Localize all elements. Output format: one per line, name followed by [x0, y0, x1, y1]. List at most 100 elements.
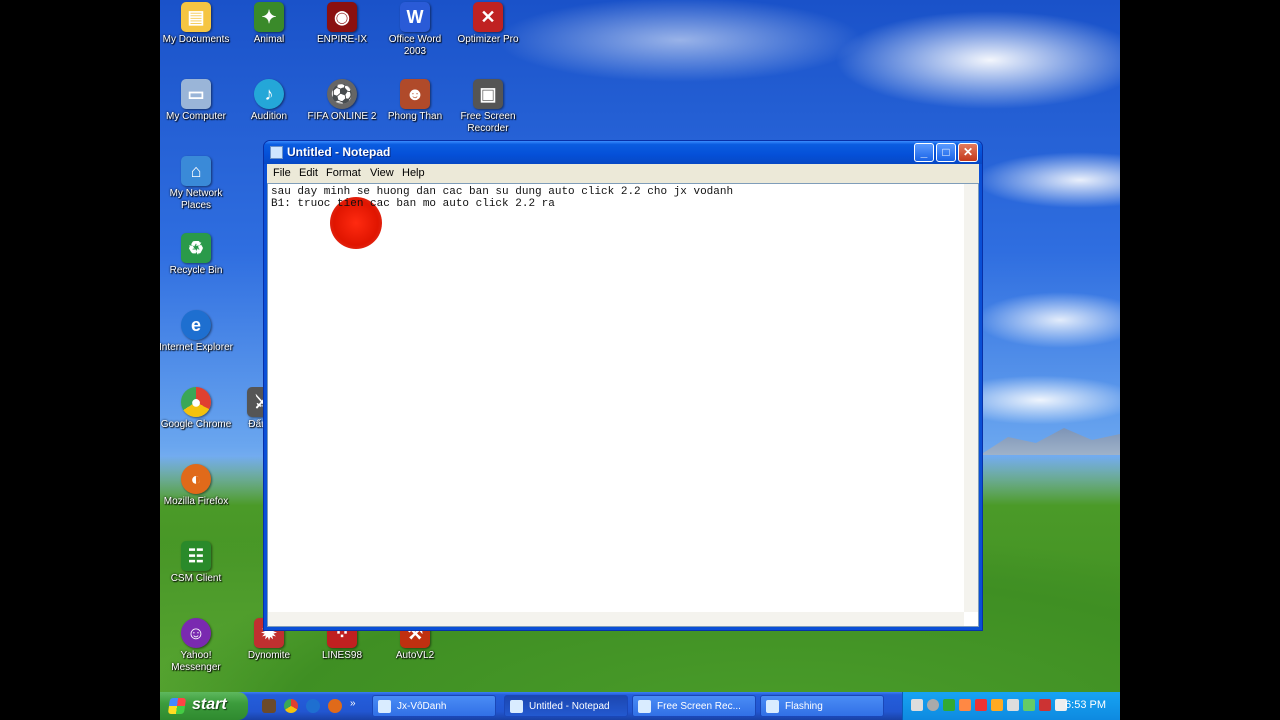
start-button[interactable]: start	[160, 692, 248, 720]
network-icon: ⌂	[181, 156, 211, 186]
firefox-icon: ◐	[181, 464, 211, 494]
word-icon: W	[400, 2, 430, 32]
quicklaunch-firefox-icon[interactable]	[328, 699, 342, 713]
desktop-icon-label: Phong Than	[387, 111, 443, 122]
notepad-window[interactable]: Untitled - Notepad _ □ ✕ File Edit Forma…	[263, 140, 983, 631]
taskbar-item-flashing[interactable]: Flashing	[760, 695, 884, 717]
quicklaunch-chrome-icon[interactable]	[284, 699, 298, 713]
desktop-icon-label: AutoVL2	[395, 650, 435, 661]
folder-icon: ▤	[181, 2, 211, 32]
taskbar-item-label: Free Screen Rec...	[657, 701, 741, 712]
desktop-icon-label: Internet Explorer	[160, 342, 233, 353]
tray-check-icon[interactable]	[1023, 699, 1035, 711]
menu-format[interactable]: Format	[326, 167, 361, 179]
desktop-icon-yahoo-messenger[interactable]: ☺ Yahoo! Messenger	[160, 618, 233, 674]
tray-app-icon[interactable]	[1007, 699, 1019, 711]
clock[interactable]: 6:53 PM	[1065, 699, 1106, 711]
tray-display-icon[interactable]	[911, 699, 923, 711]
desktop-icon-label: Office Word 2003	[388, 34, 442, 57]
desktop-icon-label: Mozilla Firefox	[163, 496, 229, 507]
notepad-icon	[270, 146, 283, 159]
game-icon: ◉	[327, 2, 357, 32]
desktop-icon-label: ENPIRE-IX	[316, 34, 367, 45]
recorder-icon: ▣	[473, 79, 503, 109]
tray-app-icon[interactable]	[959, 699, 971, 711]
desktop-icon-label: Free Screen Recorder	[460, 111, 516, 134]
minimize-button[interactable]: _	[914, 143, 934, 162]
desktop-icon-label: My Network Places	[169, 188, 223, 211]
desktop-icon-label: Optimizer Pro	[457, 34, 519, 45]
desktop-icon-my-documents[interactable]: ▤ My Documents	[160, 2, 233, 46]
taskbar-item-label: Untitled - Notepad	[529, 701, 610, 712]
desktop-icon-label: Audition	[250, 111, 288, 122]
taskbar-item-notepad[interactable]: Untitled - Notepad	[504, 695, 628, 717]
tray-app-icon[interactable]	[943, 699, 955, 711]
text-editor[interactable]: sau day minh se huong dan cac ban su dun…	[267, 183, 979, 627]
desktop-icon-label: Google Chrome	[160, 419, 232, 430]
desktop-icon-csm-client[interactable]: ☷ CSM Client	[160, 541, 233, 585]
animal-game-icon: ✦	[254, 2, 284, 32]
desktop-icon-audition[interactable]: ♪ Audition	[232, 79, 306, 123]
desktop-icon-fifa-online[interactable]: ⚽ FIFA ONLINE 2	[305, 79, 379, 123]
horizontal-scrollbar[interactable]	[268, 612, 964, 626]
desktop-icon-label: FIFA ONLINE 2	[307, 111, 377, 122]
text-line: B1: truoc tien cac ban mo auto click 2.2…	[271, 198, 555, 210]
desktop-icon-label: CSM Client	[170, 573, 222, 584]
desktop-icon-my-computer[interactable]: ▭ My Computer	[160, 79, 233, 123]
menu-view[interactable]: View	[370, 167, 394, 179]
tray-e-icon[interactable]	[975, 699, 987, 711]
chrome-icon: ●	[181, 387, 211, 417]
recorder-icon	[638, 700, 651, 713]
window-title: Untitled - Notepad	[287, 145, 391, 159]
game-window-icon	[378, 700, 391, 713]
desktop-icon-free-screen-recorder[interactable]: ▣ Free Screen Recorder	[451, 79, 525, 135]
ie-icon: e	[181, 310, 211, 340]
desktop-icon-animal[interactable]: ✦ Animal	[232, 2, 306, 46]
quicklaunch-ie-icon[interactable]	[306, 699, 320, 713]
desktop-icon-label: Animal	[253, 34, 285, 45]
menu-bar: File Edit Format View Help	[267, 164, 979, 183]
desktop-icon-label: My Documents	[162, 34, 230, 45]
desktop-icon-phong-than[interactable]: ☻ Phong Than	[378, 79, 452, 123]
recycle-bin-icon: ♻	[181, 233, 211, 263]
tray-v-icon[interactable]	[1039, 699, 1051, 711]
csm-client-icon: ☷	[181, 541, 211, 571]
flashing-window-icon	[766, 700, 779, 713]
taskbar-item-label: Jx-VôDanh	[397, 701, 447, 712]
desktop-icon-mozilla-firefox[interactable]: ◐ Mozilla Firefox	[160, 464, 233, 508]
computer-icon: ▭	[181, 79, 211, 109]
windows-logo-icon	[167, 698, 187, 714]
desktop-icon-label: My Computer	[165, 111, 226, 122]
desktop-icon-google-chrome[interactable]: ● Google Chrome	[160, 387, 233, 431]
notepad-titlebar[interactable]: Untitled - Notepad _ □ ✕	[264, 141, 982, 164]
fifa-icon: ⚽	[327, 79, 357, 109]
tools-icon: ✕	[473, 2, 503, 32]
menu-file[interactable]: File	[273, 167, 291, 179]
text-area[interactable]: sau day minh se huong dan cac ban su dun…	[271, 186, 958, 610]
maximize-button[interactable]: □	[936, 143, 956, 162]
taskbar-item-free-screen-recorder[interactable]: Free Screen Rec...	[632, 695, 756, 717]
desktop-icon-enpire[interactable]: ◉ ENPIRE-IX	[305, 2, 379, 46]
desktop-icon-internet-explorer[interactable]: e Internet Explorer	[160, 310, 233, 354]
phong-than-icon: ☻	[400, 79, 430, 109]
taskbar-item-label: Flashing	[785, 701, 823, 712]
vertical-scrollbar[interactable]	[964, 184, 978, 612]
desktop-icon-recycle-bin[interactable]: ♻ Recycle Bin	[160, 233, 233, 277]
menu-help[interactable]: Help	[402, 167, 425, 179]
desktop-icon-label: Dynomite	[247, 650, 291, 661]
notepad-icon	[510, 700, 523, 713]
desktop-icon-label: Yahoo! Messenger	[171, 650, 221, 673]
desktop-icon-my-network-places[interactable]: ⌂ My Network Places	[160, 156, 233, 212]
desktop-icon-office-word[interactable]: W Office Word 2003	[378, 2, 452, 58]
tray-network-icon[interactable]	[927, 699, 939, 711]
desktop-icon-optimizer-pro[interactable]: ✕ Optimizer Pro	[451, 2, 525, 46]
close-button[interactable]: ✕	[958, 143, 978, 162]
system-tray: 6:53 PM	[902, 692, 1120, 720]
yahoo-messenger-icon: ☺	[181, 618, 211, 648]
quicklaunch-game-icon[interactable]	[262, 699, 276, 713]
menu-edit[interactable]: Edit	[299, 167, 318, 179]
quicklaunch-expand-icon[interactable]: »	[350, 698, 360, 712]
desktop-icon-label: LINES98	[321, 650, 363, 661]
taskbar-item-jx-vodanh[interactable]: Jx-VôDanh	[372, 695, 496, 717]
tray-app-icon[interactable]	[991, 699, 1003, 711]
